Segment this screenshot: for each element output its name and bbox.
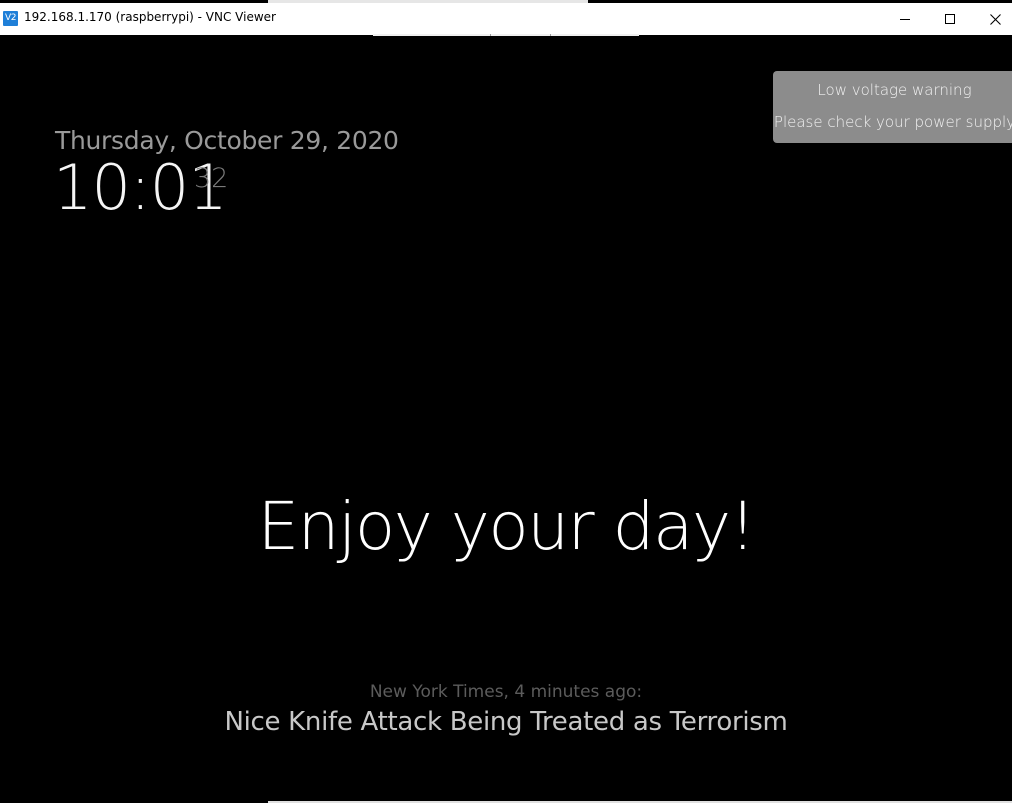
title-bar-accent bbox=[268, 0, 588, 3]
maximize-button[interactable] bbox=[927, 3, 973, 35]
toolbar-divider bbox=[550, 34, 551, 36]
clock-time: 10:01 32 bbox=[53, 151, 229, 224]
compliment-text: Enjoy your day! bbox=[257, 488, 756, 565]
maximize-icon bbox=[945, 14, 955, 24]
clock-seconds: 32 bbox=[194, 163, 229, 194]
title-bar[interactable]: V2 192.168.1.170 (raspberrypi) - VNC Vie… bbox=[0, 0, 1012, 35]
toolbar-divider bbox=[490, 34, 491, 36]
vnc-viewer-window: V2 192.168.1.170 (raspberrypi) - VNC Vie… bbox=[0, 0, 1012, 803]
news-headline: Nice Knife Attack Being Treated as Terro… bbox=[224, 707, 788, 737]
notification-title: Low voltage warning bbox=[817, 81, 972, 99]
window-title: 192.168.1.170 (raspberrypi) - VNC Viewer bbox=[24, 10, 276, 24]
close-button[interactable] bbox=[972, 3, 1012, 35]
news-source: New York Times, 4 minutes ago: bbox=[369, 682, 643, 702]
low-voltage-notification[interactable]: Low voltage warning Please check your po… bbox=[773, 71, 1012, 143]
close-icon bbox=[989, 13, 1001, 25]
notification-body: Please check your power supply bbox=[773, 113, 1012, 131]
vnc-viewer-icon[interactable]: V2 bbox=[3, 11, 18, 26]
vnc-toolbar-handle[interactable] bbox=[373, 34, 639, 36]
minimize-icon bbox=[900, 14, 910, 24]
minimize-button[interactable] bbox=[882, 3, 928, 35]
